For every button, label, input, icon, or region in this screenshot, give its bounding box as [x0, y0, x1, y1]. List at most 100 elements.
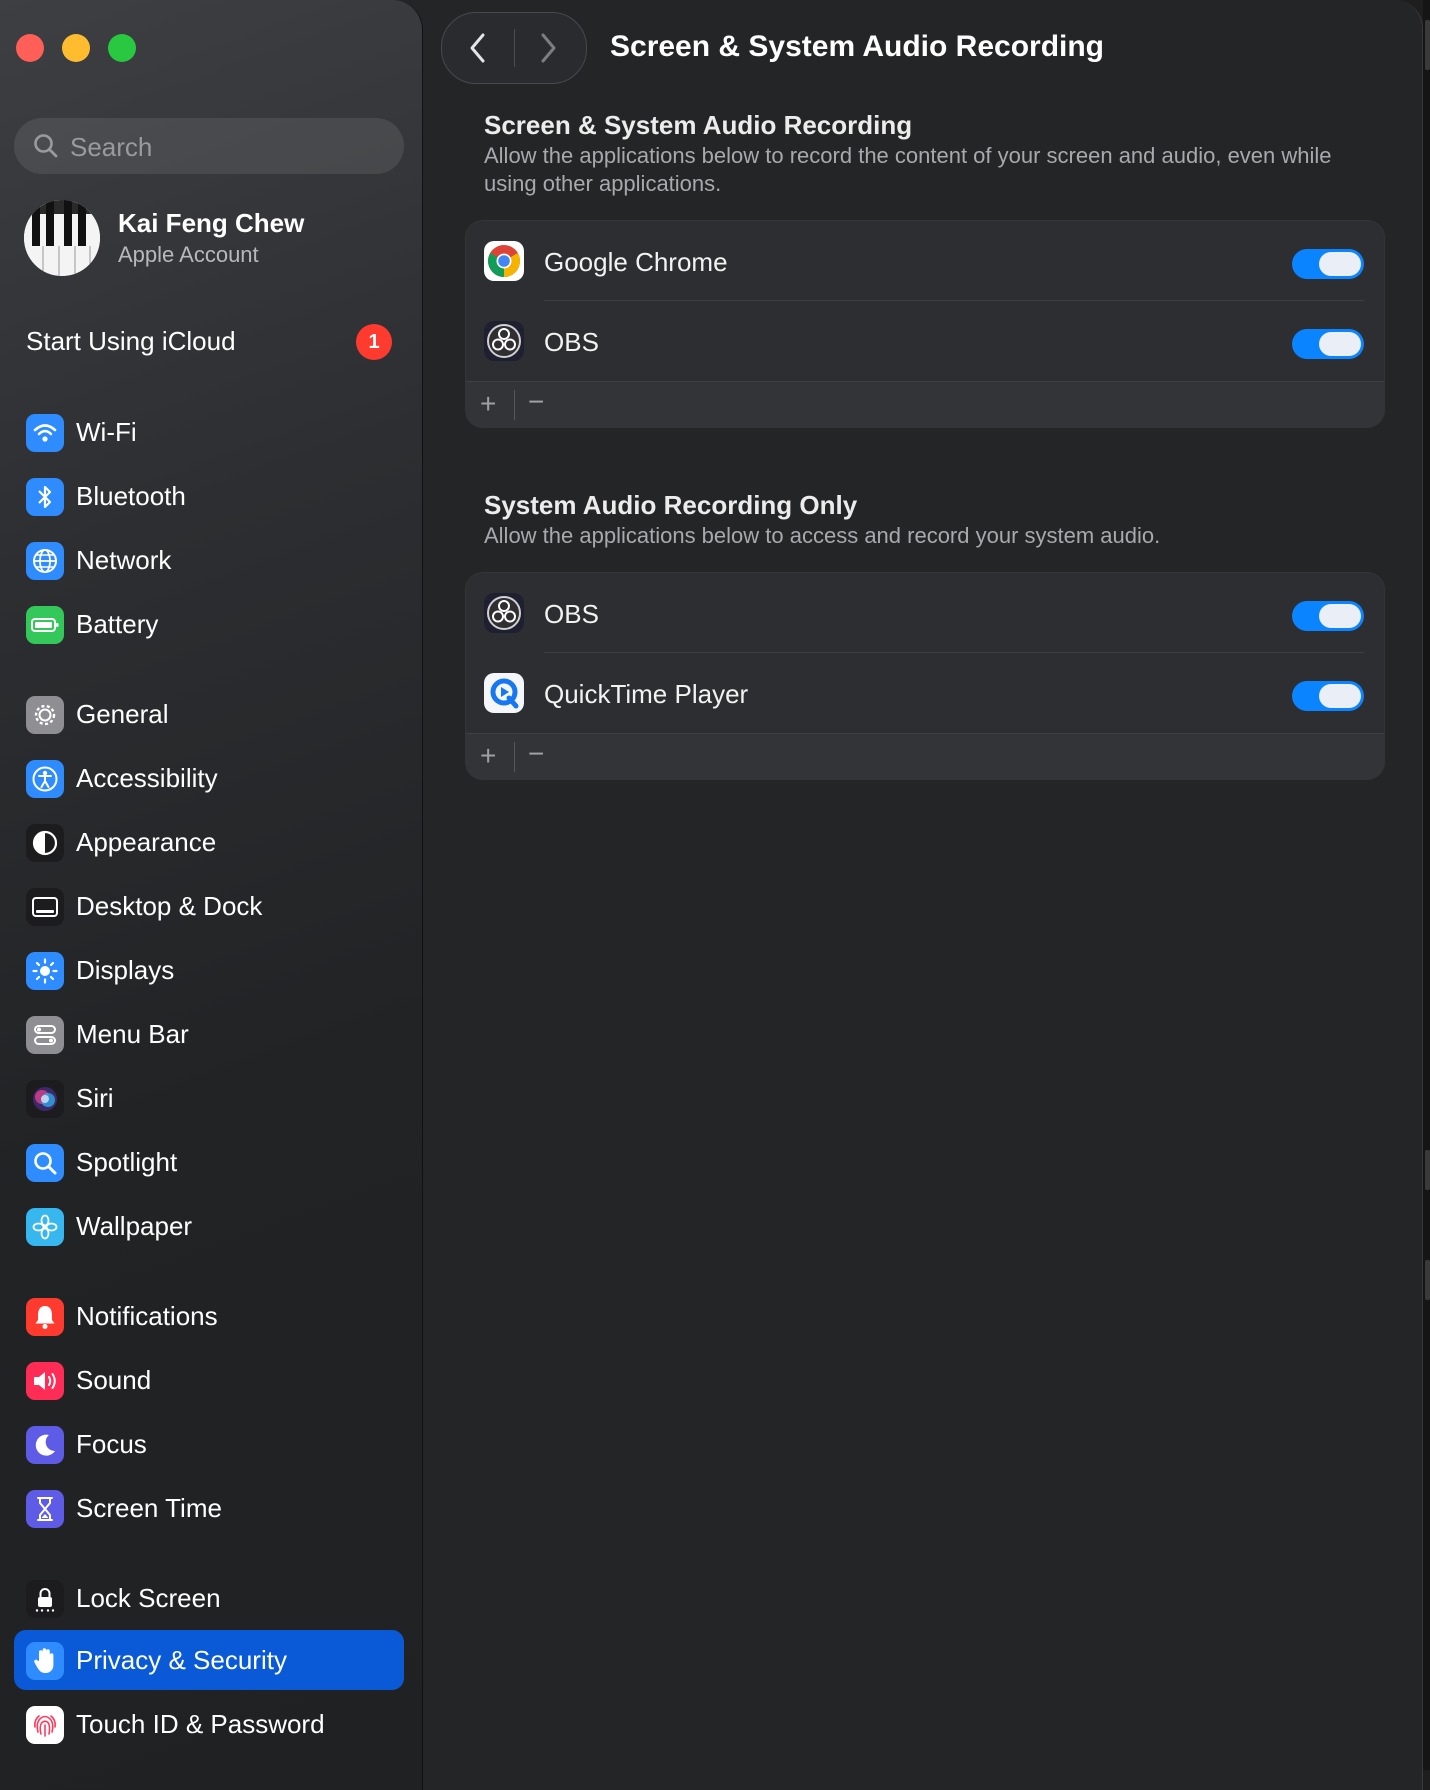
remove-app-button[interactable]: −: [528, 386, 544, 418]
sidebar-item-label: Spotlight: [76, 1147, 178, 1177]
toggle-switch[interactable]: [1292, 601, 1364, 631]
sidebar-item-label: Sound: [76, 1365, 152, 1395]
minimize-window-button[interactable]: [62, 34, 90, 62]
section-title: System Audio Recording Only: [484, 490, 858, 520]
avatar: [24, 200, 100, 276]
sidebar-item-label: Focus: [76, 1429, 147, 1459]
bell-icon: [26, 1298, 64, 1336]
app-list-system-audio: OBS QuickTime Player + −: [465, 572, 1385, 780]
start-using-icloud-link[interactable]: Start Using iCloud: [26, 326, 236, 357]
sidebar-item-spotlight[interactable]: Spotlight: [14, 1132, 404, 1192]
edge-mark: [1425, 1150, 1430, 1190]
menubar-icon: [26, 1016, 64, 1054]
bluetooth-icon: [26, 478, 64, 516]
footer-divider: [514, 742, 515, 772]
settings-window: Search Kai Feng Chew Apple Account Start…: [0, 0, 1423, 1790]
remove-app-button[interactable]: −: [528, 738, 544, 770]
wifi-icon: [26, 414, 64, 452]
apple-account-row[interactable]: Kai Feng Chew Apple Account: [24, 198, 404, 278]
hourglass-icon: [26, 1490, 64, 1528]
sidebar-item-label: Displays: [76, 955, 175, 985]
sidebar-item-label: Appearance: [76, 827, 217, 857]
sidebar-item-accessibility[interactable]: Accessibility: [14, 748, 404, 808]
sidebar-item-bluetooth[interactable]: Bluetooth: [14, 466, 404, 526]
app-row-quicktime-player: QuickTime Player: [466, 653, 1384, 733]
quicktime-icon: [484, 673, 524, 713]
sidebar-item-label: Siri: [76, 1083, 114, 1113]
sidebar-item-label: Lock Screen: [76, 1583, 221, 1613]
sidebar-item-privacy-security[interactable]: Privacy & Security: [14, 1630, 404, 1690]
section-description: Allow the applications below to access a…: [484, 523, 1161, 548]
sidebar-item-label: Accessibility: [76, 763, 218, 793]
desktop-edge: [1423, 0, 1430, 1770]
appearance-icon: [26, 824, 64, 862]
fingerprint-icon: [26, 1706, 64, 1744]
app-row-obs: OBS: [466, 573, 1384, 653]
nav-divider: [514, 29, 515, 67]
add-app-button[interactable]: +: [480, 388, 496, 420]
battery-icon: [26, 606, 64, 644]
sun-icon: [26, 952, 64, 990]
list-footer: + −: [466, 733, 1384, 779]
search-icon: [32, 132, 60, 165]
moon-icon: [26, 1426, 64, 1464]
app-row-google-chrome: Google Chrome: [466, 221, 1384, 301]
sidebar-item-menu-bar[interactable]: Menu Bar: [14, 1004, 404, 1064]
sidebar-item-screen-time[interactable]: Screen Time: [14, 1478, 404, 1538]
lock-icon: [26, 1580, 64, 1618]
sidebar-item-label: Menu Bar: [76, 1019, 189, 1049]
list-footer: + −: [466, 381, 1384, 427]
sidebar-item-lock-screen[interactable]: Lock Screen: [14, 1568, 404, 1628]
globe-icon: [26, 542, 64, 580]
sidebar-item-appearance[interactable]: Appearance: [14, 812, 404, 872]
sidebar-item-siri[interactable]: Siri: [14, 1068, 404, 1128]
toggle-knob: [1319, 332, 1361, 356]
navigation-buttons: [441, 12, 587, 84]
sidebar-item-desktop-dock[interactable]: Desktop & Dock: [14, 876, 404, 936]
page-title: Screen & System Audio Recording: [610, 30, 1105, 63]
sidebar-item-battery[interactable]: Battery: [14, 594, 404, 654]
back-button[interactable]: [464, 31, 492, 70]
sidebar-item-network[interactable]: Network: [14, 530, 404, 590]
sidebar-item-wifi[interactable]: Wi-Fi: [14, 402, 404, 462]
sidebar-item-label: Wallpaper: [76, 1211, 193, 1241]
section-description: Allow the applications below to record t…: [484, 143, 1332, 196]
sidebar-item-label: Screen Time: [76, 1493, 222, 1523]
section-title: Screen & System Audio Recording: [484, 110, 913, 140]
sidebar-item-displays[interactable]: Displays: [14, 940, 404, 1000]
close-window-button[interactable]: [16, 34, 44, 62]
sidebar-item-notifications[interactable]: Notifications: [14, 1286, 404, 1346]
add-app-button[interactable]: +: [480, 740, 496, 772]
app-name: Google Chrome: [544, 247, 728, 277]
siri-icon: [26, 1080, 64, 1118]
notification-badge: 1: [356, 324, 392, 360]
account-subtitle: Apple Account: [118, 242, 259, 267]
toggle-switch[interactable]: [1292, 329, 1364, 359]
gear-icon: [26, 696, 64, 734]
sidebar-item-label: Battery: [76, 609, 159, 639]
app-name: OBS: [544, 327, 599, 357]
sidebar-item-touch-id-password[interactable]: Touch ID & Password: [14, 1694, 404, 1754]
app-list-screen-recording: Google Chrome OBS + −: [465, 220, 1385, 428]
sidebar-item-focus[interactable]: Focus: [14, 1414, 404, 1474]
obs-icon: [484, 593, 524, 633]
toggle-knob: [1319, 252, 1361, 276]
zoom-window-button[interactable]: [108, 34, 136, 62]
speaker-icon: [26, 1362, 64, 1400]
forward-button[interactable]: [534, 31, 562, 70]
app-name: OBS: [544, 599, 599, 629]
search-field[interactable]: Search: [14, 118, 404, 174]
hand-icon: [26, 1642, 64, 1680]
toggle-switch[interactable]: [1292, 681, 1364, 711]
account-name: Kai Feng Chew: [118, 208, 305, 238]
toggle-knob: [1319, 684, 1361, 708]
sidebar-item-general[interactable]: General: [14, 684, 404, 744]
toggle-switch[interactable]: [1292, 249, 1364, 279]
sidebar-item-label: Notifications: [76, 1301, 218, 1331]
sidebar-item-label: Bluetooth: [76, 481, 186, 511]
app-row-obs: OBS: [466, 301, 1384, 381]
sidebar-item-wallpaper[interactable]: Wallpaper: [14, 1196, 404, 1256]
sidebar-item-sound[interactable]: Sound: [14, 1350, 404, 1410]
sidebar-item-label: Wi-Fi: [76, 417, 137, 447]
footer-divider: [514, 390, 515, 420]
